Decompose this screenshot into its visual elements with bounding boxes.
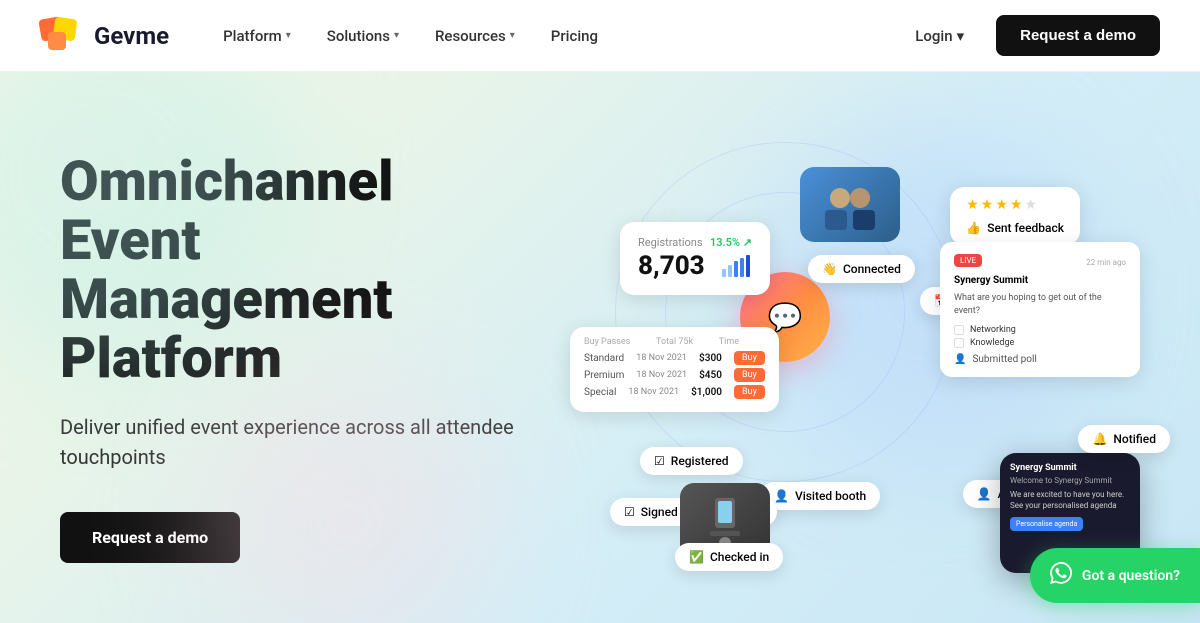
- logo[interactable]: Gevme: [40, 14, 169, 58]
- whatsapp-icon: [1050, 562, 1072, 589]
- thumbs-up-icon: 👍: [966, 221, 981, 235]
- ticket-row: Special 18 Nov 2021 $1,000 Buy: [584, 385, 765, 399]
- user-icon: 👤: [977, 487, 992, 501]
- nav-right: Login ▾ Request a demo: [899, 15, 1160, 56]
- star-icon: ★: [966, 197, 979, 213]
- nav-pricing[interactable]: Pricing: [537, 19, 612, 53]
- whatsapp-button[interactable]: Got a question?: [1030, 548, 1200, 603]
- poll-time: 22 min ago: [1086, 258, 1126, 267]
- navbar: Gevme Platform ▾ Solutions ▾ Resources ▾…: [0, 0, 1200, 72]
- check-icon: ☑: [624, 505, 635, 519]
- registrations-growth: 13.5% ↗: [710, 236, 752, 249]
- hero-title: Omnichannel Event Management Platform: [60, 152, 520, 387]
- poll-option-2: Knowledge: [954, 338, 1126, 348]
- star-icon: ★: [981, 197, 994, 213]
- star-rating: ★ ★ ★ ★ ★: [966, 197, 1064, 213]
- user-icon: 👤: [954, 354, 966, 365]
- hero-subtitle: Deliver unified event experience across …: [60, 412, 520, 472]
- ticket-row: Standard 18 Nov 2021 $300 Buy: [584, 351, 765, 365]
- chevron-down-icon: ▾: [510, 30, 515, 41]
- request-demo-nav-button[interactable]: Request a demo: [996, 15, 1160, 56]
- star-icon: ★: [995, 197, 1008, 213]
- registrations-count: 8,703: [638, 251, 705, 281]
- connected-badge: 👋 Connected: [808, 255, 915, 283]
- poll-question: What are you hoping to get out of the ev…: [954, 292, 1126, 317]
- visited-booth-badge: 👤 Visited booth: [760, 482, 880, 510]
- ticket-buy-button[interactable]: Buy: [734, 385, 765, 399]
- ticket-card: Buy Passes Total 75k Time Standard 18 No…: [570, 327, 779, 412]
- nav-solutions[interactable]: Solutions ▾: [313, 19, 413, 53]
- poll-title: Synergy Summit: [954, 275, 1126, 286]
- star-empty-icon: ★: [1024, 197, 1037, 213]
- phone-subtitle: Welcome to Synergy Summit: [1010, 476, 1130, 485]
- poll-status-badge: LIVE: [954, 254, 982, 267]
- stars-card: ★ ★ ★ ★ ★ 👍 Sent feedback: [950, 187, 1080, 245]
- chevron-down-icon: ▾: [394, 30, 399, 41]
- brand-name: Gevme: [94, 22, 169, 50]
- request-demo-hero-button[interactable]: Request a demo: [60, 512, 240, 563]
- notified-badge: 🔔 Notified: [1078, 425, 1170, 453]
- hero-section: Omnichannel Event Management Platform De…: [0, 72, 1200, 623]
- whatsapp-label: Got a question?: [1082, 568, 1180, 584]
- bell-icon: 🔔: [1092, 432, 1107, 446]
- nav-resources[interactable]: Resources ▾: [421, 19, 529, 53]
- ticket-buy-button[interactable]: Buy: [734, 351, 765, 365]
- registered-badge: ☑ Registered: [640, 447, 743, 475]
- nav-platform[interactable]: Platform ▾: [209, 19, 305, 53]
- registrations-card: Registrations 8,703 13.5% ↗: [620, 222, 770, 295]
- nav-links: Platform ▾ Solutions ▾ Resources ▾ Prici…: [209, 19, 899, 53]
- phone-cta[interactable]: Personalise agenda: [1010, 517, 1083, 531]
- booth-icon: 👤: [774, 489, 789, 503]
- chevron-down-icon: ▾: [957, 27, 965, 45]
- connected-icon: 👋: [822, 262, 837, 276]
- logo-icon: [40, 14, 84, 58]
- phone-title: Synergy Summit: [1010, 463, 1130, 473]
- login-button[interactable]: Login ▾: [899, 19, 980, 53]
- hero-illustration: 💬 Registrations 8,703 13.5% ↗: [560, 72, 1200, 623]
- chevron-down-icon: ▾: [286, 30, 291, 41]
- ticket-header: Buy Passes Total 75k Time: [584, 337, 765, 347]
- meeting-photo: [800, 167, 900, 242]
- registrations-label: Registrations: [638, 236, 705, 249]
- check-icon: ☑: [654, 454, 665, 468]
- sent-feedback-label: Sent feedback: [987, 221, 1064, 235]
- poll-card: LIVE 22 min ago Synergy Summit What are …: [940, 242, 1140, 377]
- poll-option-1: Networking: [954, 325, 1126, 335]
- star-icon: ★: [1010, 197, 1023, 213]
- hero-left: Omnichannel Event Management Platform De…: [0, 72, 560, 623]
- ticket-row: Premium 18 Nov 2021 $450 Buy: [584, 368, 765, 382]
- checkmark-icon: ✅: [689, 550, 704, 564]
- submitted-poll-label: Submitted poll: [972, 354, 1036, 365]
- phone-body: We are excited to have you here. See you…: [1010, 489, 1130, 511]
- ticket-buy-button[interactable]: Buy: [734, 368, 765, 382]
- checked-in-badge: ✅ Checked in: [675, 543, 783, 571]
